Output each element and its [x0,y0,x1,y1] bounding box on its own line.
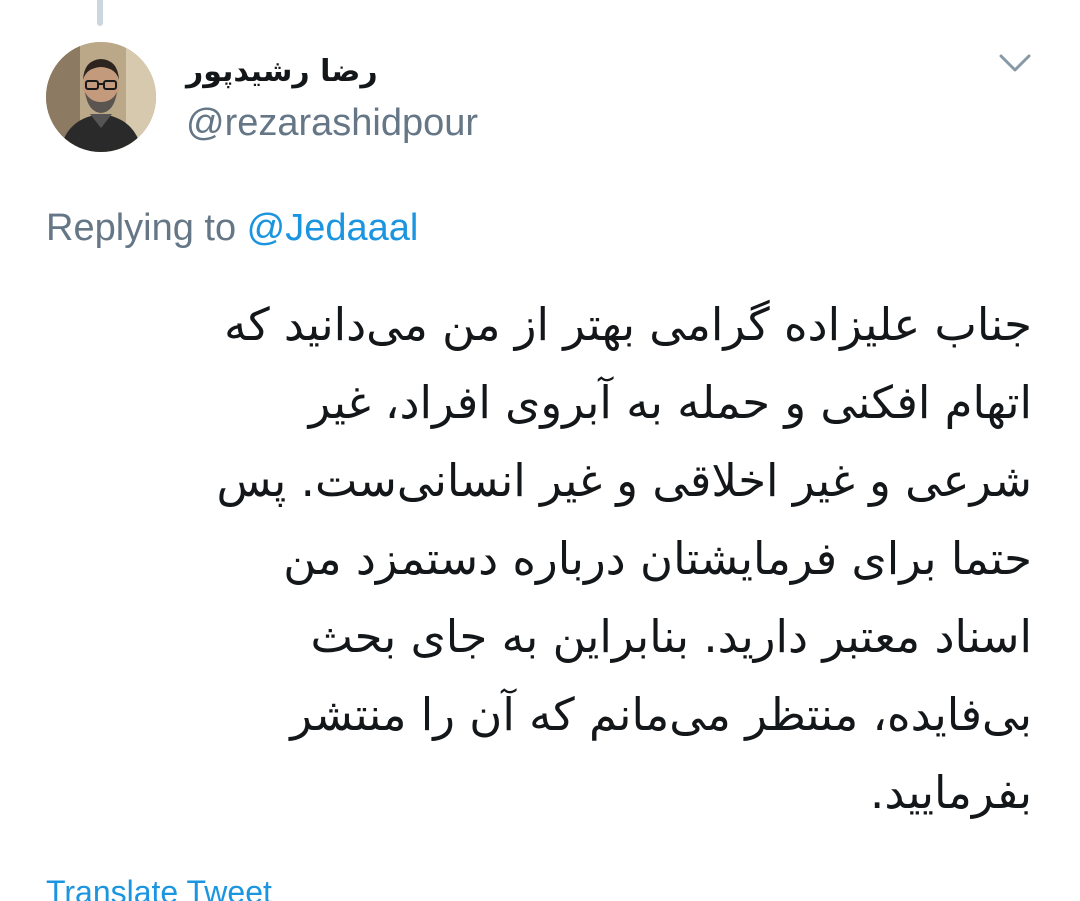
tweet-text-line: اتهام افکنی و حمله به آبروی افراد، غیر [308,376,1032,429]
author-handle[interactable]: @rezarashidpour [186,100,478,146]
avatar-image [46,42,156,152]
avatar[interactable] [46,42,156,152]
tweet-text-line: جناب علیزاده گرامی بهتر از من می‌دانید ک… [224,298,1032,351]
replying-to-label: Replying to [46,207,247,249]
tweet-text-line: شرعی و غیر اخلاقی و غیر انسانی‌ست. پس [216,454,1032,507]
tweet-text-line: بی‌فایده، منتظر می‌مانم که آن را منتشر [290,688,1032,741]
reply-mention-link[interactable]: @Jedaaal [247,207,419,249]
tweet-text-line: اسناد معتبر دارید. بنابراین به جای بحث [310,610,1033,663]
translate-tweet-link[interactable]: Translate Tweet [46,872,272,901]
author-display-name[interactable]: رضا رشیدپور [186,52,378,92]
replying-to: Replying to @Jedaaal [46,204,418,252]
tweet-text: جناب علیزاده گرامی بهتر از من می‌دانید ک… [32,286,1032,832]
thread-connector-line [97,0,103,26]
tweet-menu-button[interactable] [996,44,1034,82]
tweet-text-line: بفرمایید. [870,766,1032,819]
chevron-down-icon [999,54,1031,72]
tweet-text-line: حتما برای فرمایشتان درباره دستمزد من [283,532,1032,585]
